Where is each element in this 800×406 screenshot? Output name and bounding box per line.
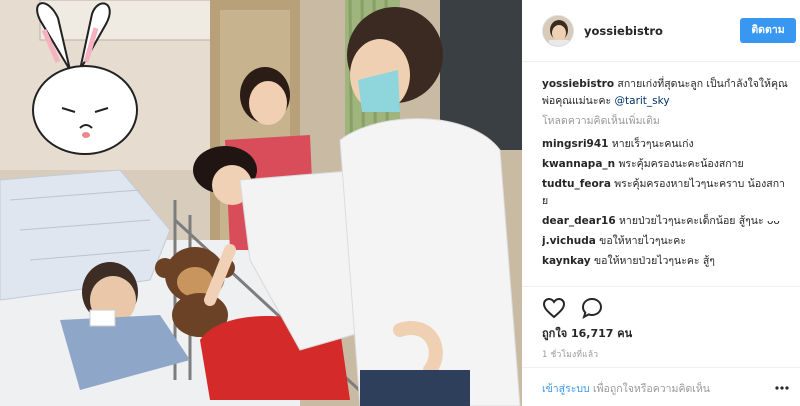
post-header: yossiebistro ติดตาม [522,0,800,62]
comment-item: mingsri941 หายเร็วๆนะคนเก่ง [542,136,790,153]
comment-item: kwannapa_n พระคุ้มครองนะคะน้องสกาย [542,156,790,173]
comment-item: tudtu_feora พระคุ้มครองหายไวๆนะคราบ น้อง… [542,176,790,210]
more-options-icon[interactable] [774,380,790,396]
post-photo[interactable] [0,0,522,406]
post-timestamp: 1 ชั่วโมงที่แล้ว [542,350,599,360]
avatar[interactable] [542,15,574,47]
load-more-comments-link[interactable]: โหลดความคิดเห็นเพิ่มเติม [542,113,790,130]
login-link[interactable]: เข้าสู่ระบบ [542,383,590,395]
comment-username[interactable]: dear_dear16 [542,215,616,227]
login-prompt: เข้าสู่ระบบ เพื่อถูกใจหรือความคิดเห็น [522,367,800,406]
login-prompt-text: เพื่อถูกใจหรือความคิดเห็น [593,383,710,395]
comment-username[interactable]: kaynkay [542,255,591,267]
comments-list[interactable]: yossiebistro สกายเก่งที่สุดนะลูก เป็นกำล… [542,76,790,286]
post-side-panel: yossiebistro ติดตาม yossiebistro สกายเก่… [522,0,800,406]
comment-item: j.vichuda ขอให้หายไวๆนะคะ [542,233,790,250]
comment-text: ขอให้หายป่วยไวๆนะคะ สู้ๆ [594,255,715,267]
follow-button[interactable]: ติดตาม [740,18,796,43]
caption: yossiebistro สกายเก่งที่สุดนะลูก เป็นกำล… [542,76,790,110]
action-icons [542,296,614,323]
comment-username[interactable]: j.vichuda [542,235,596,247]
comment-text: พระคุ้มครองนะคะน้องสกาย [618,158,744,170]
comment-text: หายป่วยไวๆนะคะเด็กน้อย สู้ๆนะ ᴗᴗ [619,215,780,227]
likes-suffix: คน [617,327,633,340]
comment-username[interactable]: kwannapa_n [542,158,615,170]
comment-item: dear_dear16 หายป่วยไวๆนะคะเด็กน้อย สู้ๆน… [542,213,790,230]
comment-username[interactable]: mingsri941 [542,138,608,150]
heart-icon[interactable] [542,296,566,320]
comment-item: kaynkay ขอให้หายป่วยไวๆนะคะ สู้ๆ [542,253,790,270]
comment-username[interactable]: tudtu_feora [542,178,611,190]
caption-mention[interactable]: @tarit_sky [615,95,670,107]
comment-text: ขอให้หายไวๆนะคะ [599,235,686,247]
avatar-image [543,16,573,46]
likes-line[interactable]: ถูกใจ 16,717 คน [542,324,632,342]
comment-icon[interactable] [580,296,604,320]
likes-count: 16,717 [570,327,614,340]
header-username[interactable]: yossiebistro [584,24,663,38]
hospital-room-photo [0,0,522,406]
likes-prefix: ถูกใจ [542,327,568,340]
caption-username[interactable]: yossiebistro [542,78,614,90]
comment-text: หายเร็วๆนะคนเก่ง [611,138,694,150]
post-actions: ถูกใจ 16,717 คน 1 ชั่วโมงที่แล้ว เข้าสู่… [522,286,800,406]
